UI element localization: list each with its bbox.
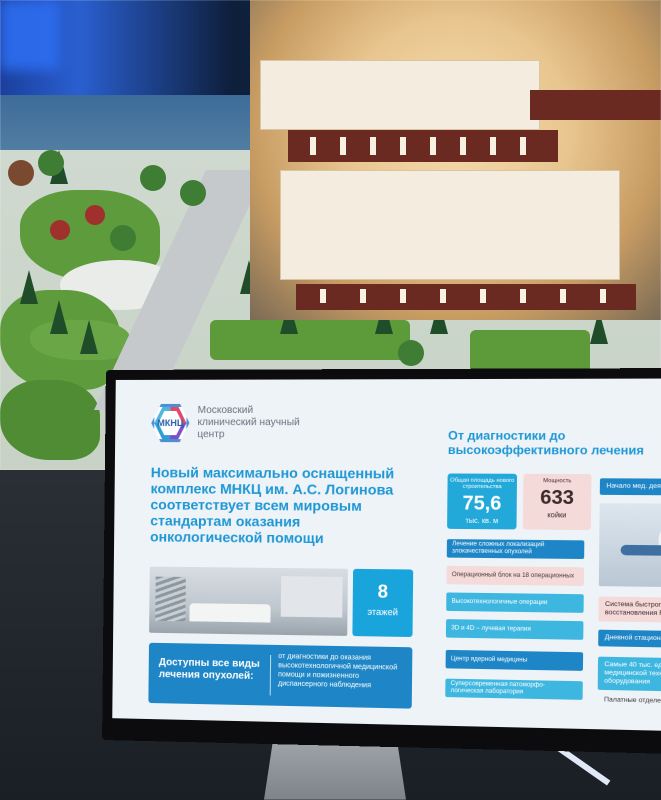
area-value: 75,6: [462, 493, 502, 515]
floors-value: 8: [377, 581, 389, 602]
area-stat: Общая площадь нового строительства 75,6 …: [447, 473, 518, 530]
floors-label: этажей: [367, 606, 398, 618]
org-name: Московский клинический научный центр: [197, 404, 300, 441]
feature-pill: Высокотехнологичные операции: [446, 592, 584, 613]
treatment-title: Доступны все виды лечения опухолей:: [158, 656, 260, 682]
area-caption: Общая площадь нового строительства: [450, 477, 515, 491]
side-info: Дневной стационар: [598, 629, 661, 649]
side-info: Система быстрого восстановления Fast tra…: [598, 596, 661, 624]
treatment-banner: Доступны все виды лечения опухолей: от д…: [148, 642, 413, 709]
info-monitor: МКНЦ Московский клинический научный цент…: [102, 367, 661, 755]
left-panel: МКНЦ Московский клинический научный цент…: [122, 379, 426, 725]
lobby-photo: [149, 566, 348, 636]
beds-stat: Мощность 633 койки: [522, 473, 592, 531]
beds-caption: Мощность: [543, 478, 572, 485]
monitor-screen: МКНЦ Московский клинический научный цент…: [112, 378, 661, 732]
floors-badge: 8 этажей: [352, 568, 414, 638]
right-panel: От диагностики до высокоэффективного леч…: [437, 378, 661, 731]
logo-block: МКНЦ Московский клинический научный цент…: [151, 404, 309, 443]
beds-value: 633: [540, 487, 575, 510]
feature-pill: 3D и 4D – лучевая терапия: [445, 619, 584, 640]
side-info: Начало мед. деятельности: [599, 478, 661, 496]
feature-pill: Суперсовременная патоморфо-логическая ла…: [445, 678, 583, 700]
beds-unit: койки: [547, 512, 567, 520]
side-info: Палатные отделения: [603, 696, 661, 705]
feature-pill: Центр ядерной медицины: [445, 649, 584, 671]
headline: Новый максимально оснащенный комплекс МН…: [150, 464, 395, 547]
right-title: От диагностики до высокоэффективного леч…: [447, 428, 644, 458]
feature-pill: Операционный блок на 18 операционных: [446, 565, 585, 586]
mknc-logo-icon: МКНЦ: [151, 404, 190, 442]
treatment-description: от диагностики до оказания высокотехноло…: [277, 653, 398, 690]
banner-divider: [269, 654, 272, 696]
area-unit: тыс. кв. м: [465, 517, 499, 526]
feature-pill: Лечение сложных локализаций злокачествен…: [446, 539, 585, 560]
logo-abbr: МКНЦ: [157, 418, 184, 429]
equipment-photo: [598, 503, 661, 588]
side-info: Самые 40 тыс. единиц медицинской техники…: [597, 656, 661, 692]
